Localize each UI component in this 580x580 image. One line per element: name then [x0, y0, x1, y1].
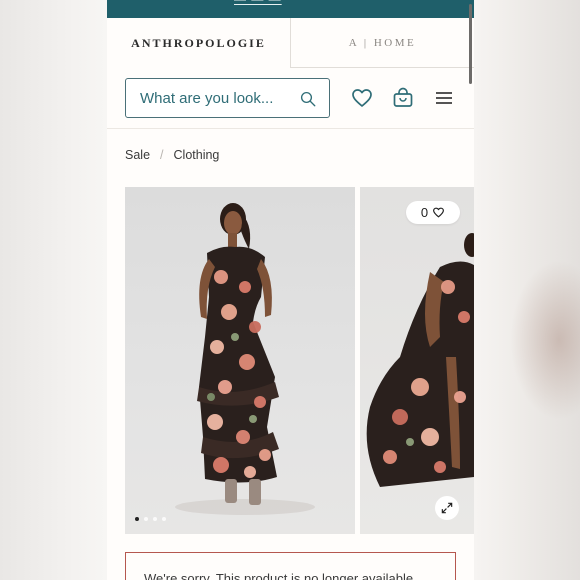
carousel-dot[interactable] — [153, 517, 157, 521]
breadcrumb-sale[interactable]: Sale — [125, 148, 150, 162]
tab-anthropologie[interactable]: ANTHROPOLOGIE — [107, 18, 290, 68]
favorite-button[interactable]: 0 — [406, 201, 460, 224]
favorite-count: 0 — [420, 205, 429, 220]
promo-link[interactable]: — — — — [234, 0, 282, 6]
notice-text: We're sorry. This product is no longer a… — [144, 571, 417, 580]
product-image-primary[interactable] — [125, 187, 355, 534]
home-logo: A | HOME — [348, 36, 417, 49]
brand-logo: ANTHROPOLOGIE — [131, 35, 266, 50]
mobile-screen: — — — ANTHROPOLOGIE A | HOME What are yo… — [107, 0, 474, 580]
carousel-dot[interactable] — [162, 517, 166, 521]
breadcrumb-clothing[interactable]: Clothing — [174, 148, 220, 162]
carousel-dots — [135, 517, 166, 521]
model-photo — [175, 203, 315, 515]
shopping-bag-icon[interactable] — [391, 86, 415, 110]
breadcrumb-separator: / — [160, 148, 164, 162]
carousel-dot[interactable] — [144, 517, 148, 521]
breadcrumb: Sale / Clothing — [125, 148, 219, 162]
menu-icon[interactable] — [432, 86, 456, 110]
carousel-dot[interactable] — [135, 517, 139, 521]
expand-image-button[interactable] — [435, 496, 459, 520]
search-icon[interactable] — [299, 90, 317, 108]
promo-banner[interactable]: — — — — [107, 0, 474, 18]
site-tabs: ANTHROPOLOGIE A | HOME — [107, 18, 474, 68]
tab-home[interactable]: A | HOME — [290, 18, 474, 68]
search-input[interactable]: What are you look... — [125, 78, 330, 118]
search-placeholder: What are you look... — [140, 90, 274, 107]
header-divider — [107, 128, 474, 129]
unavailable-notice: We're sorry. This product is no longer a… — [125, 552, 456, 580]
background-blur-left — [0, 0, 107, 580]
heart-icon — [433, 207, 445, 218]
scrollbar[interactable] — [469, 4, 472, 84]
expand-icon — [441, 502, 453, 514]
heart-icon[interactable] — [350, 86, 374, 110]
model-photo-detail — [366, 233, 474, 487]
background-blur-right — [474, 0, 580, 580]
product-image-secondary[interactable]: 0 — [360, 187, 474, 534]
